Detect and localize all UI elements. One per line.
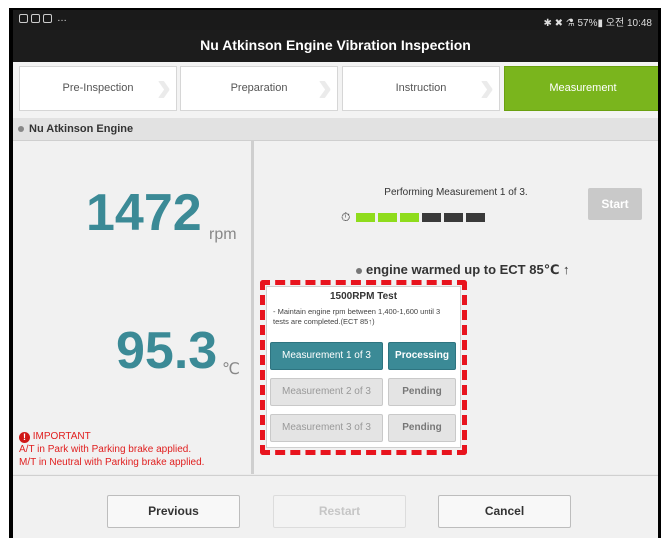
chevron-right-icon: › bbox=[156, 62, 172, 111]
progress-segment bbox=[444, 213, 464, 222]
status-bar: … ✱ ✖ ⚗ 57%▮ 오전 10:48 bbox=[13, 10, 658, 30]
chevron-right-icon: › bbox=[317, 62, 333, 111]
measurement-panel: Performing Measurement 1 of 3. ⏱ Start e… bbox=[254, 141, 658, 474]
temp-value: 95.3 bbox=[116, 322, 218, 380]
step-label: Instruction bbox=[395, 82, 447, 94]
progress-segment bbox=[422, 213, 442, 222]
step-bar: › Pre-Inspection › Preparation › Instruc… bbox=[13, 62, 658, 119]
status-right: ✱ ✖ ⚗ 57%▮ 오전 10:48 bbox=[543, 18, 652, 29]
step-measurement[interactable]: Measurement bbox=[504, 66, 658, 111]
bullet-icon bbox=[18, 125, 24, 132]
rpm-unit: rpm bbox=[209, 226, 237, 243]
alert-icon: ! bbox=[19, 432, 30, 443]
step-instruction[interactable]: › Instruction bbox=[342, 62, 500, 111]
restart-button[interactable]: Restart bbox=[273, 495, 406, 528]
important-notice: ! IMPORTANT A/T in Park with Parking bra… bbox=[19, 430, 204, 469]
step-label: Preparation bbox=[230, 82, 288, 94]
footer-bar: Previous Restart Cancel bbox=[13, 475, 658, 538]
progress-segment bbox=[378, 213, 398, 222]
progress-segment bbox=[356, 213, 376, 222]
stopwatch-icon: ⏱ bbox=[341, 210, 351, 224]
chevron-right-icon: › bbox=[479, 62, 495, 111]
previous-button[interactable]: Previous bbox=[107, 495, 240, 528]
cancel-button[interactable]: Cancel bbox=[438, 495, 571, 528]
progress-segment bbox=[466, 213, 486, 222]
step-preparation[interactable]: › Preparation bbox=[180, 62, 338, 111]
engine-header: Nu Atkinson Engine bbox=[13, 118, 658, 141]
engine-label: Nu Atkinson Engine bbox=[29, 123, 134, 135]
bullet-icon bbox=[356, 267, 362, 274]
page-title: Nu Atkinson Engine Vibration Inspection bbox=[13, 30, 658, 62]
important-line-2: M/T in Neutral with Parking brake applie… bbox=[19, 457, 205, 468]
warm-up-note: engine warmed up to ECT 85℃ ↑ bbox=[356, 262, 570, 278]
step-label: Measurement bbox=[549, 82, 617, 94]
gallery-icon bbox=[19, 14, 28, 23]
app-icon bbox=[43, 14, 52, 23]
measurement-progress: ⏱ bbox=[341, 210, 486, 225]
app-screen: … ✱ ✖ ⚗ 57%▮ 오전 10:48 Nu Atkinson Engine… bbox=[13, 10, 658, 538]
start-button[interactable]: Start bbox=[588, 188, 642, 220]
notification-icon bbox=[31, 14, 40, 23]
more-notifications-icon: … bbox=[57, 13, 67, 24]
warm-up-text: engine warmed up to ECT 85℃ ↑ bbox=[366, 262, 570, 277]
step-label: Pre-Inspection bbox=[62, 82, 134, 94]
important-line-1: A/T in Park with Parking brake applied. bbox=[19, 444, 192, 455]
temp-unit: ℃ bbox=[222, 361, 240, 378]
progress-segment bbox=[400, 213, 420, 222]
rpm-value: 1472 bbox=[86, 184, 202, 242]
important-title: IMPORTANT bbox=[32, 431, 91, 442]
readings-panel: 1472 rpm 95.3 ℃ ! IMPORTANT A/T in Park … bbox=[13, 141, 251, 474]
step-pre-inspection[interactable]: › Pre-Inspection bbox=[19, 62, 177, 111]
highlight-annotation bbox=[260, 280, 467, 455]
status-icons-left: … bbox=[19, 13, 67, 24]
